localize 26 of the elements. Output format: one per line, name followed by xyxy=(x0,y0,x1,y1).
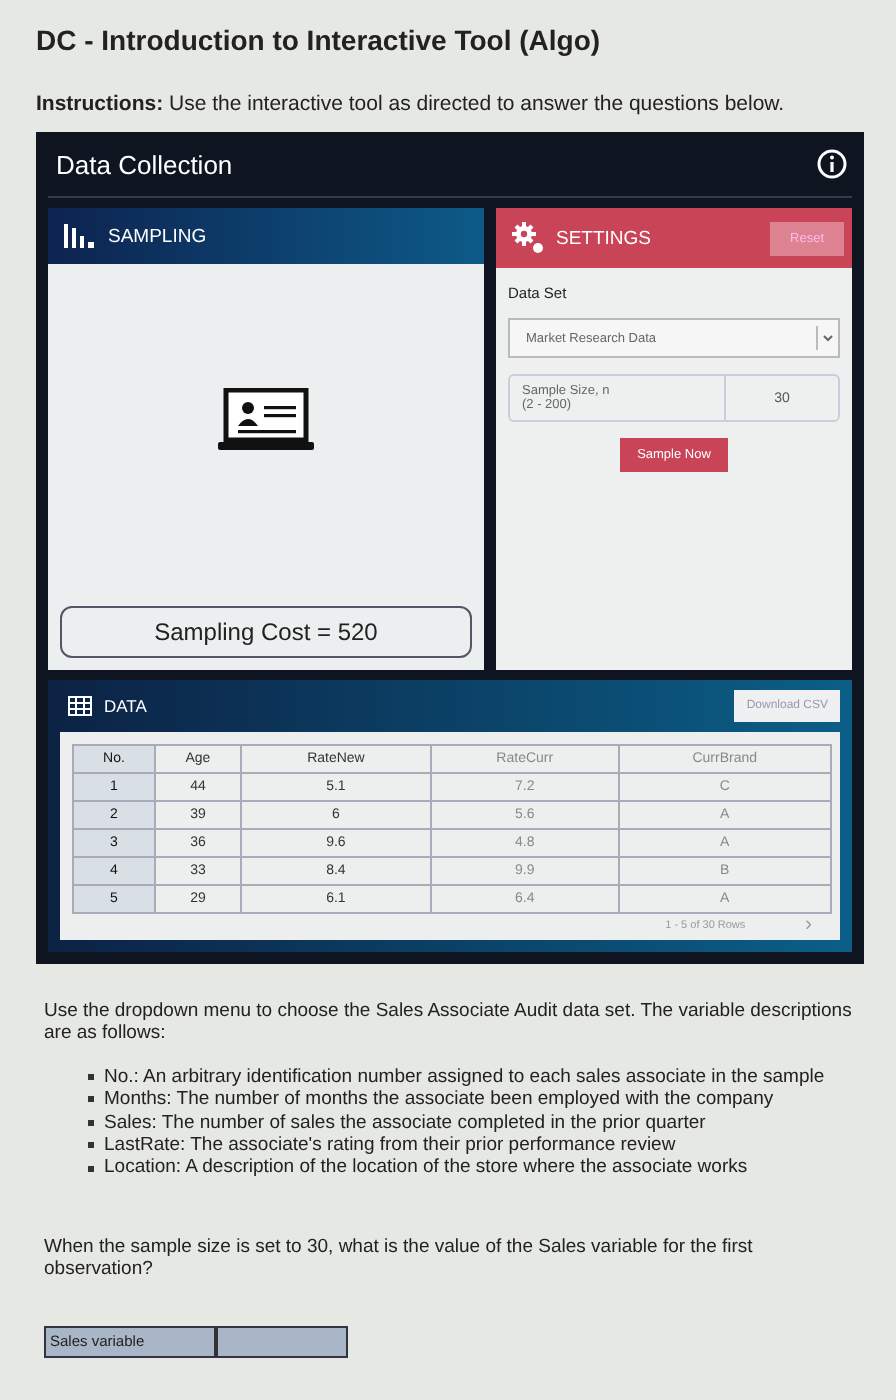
variable-description: Sales: The number of sales the associate completed in the prior quarter xyxy=(104,1111,706,1134)
variable-description: No.: An arbitrary identification number assigned to each sales associate in the sample xyxy=(104,1065,825,1089)
page-title: DC - Introduction to Interactive Tool (Algo) xyxy=(36,24,603,56)
intro-text: Use the dropdown menu to choose the Sales Associate Audit data set. The variable descriptions are as follows: xyxy=(44,1000,854,1046)
sampling-cost: Sampling Cost = 520 xyxy=(60,606,472,658)
bullet-icon xyxy=(88,1096,94,1103)
gear-icon xyxy=(512,222,544,254)
variable-description: Location: A description of the location of the store where the associate works xyxy=(104,1156,748,1180)
bullet-icon xyxy=(88,1073,94,1080)
bullet-icon xyxy=(88,1119,94,1126)
table-icon xyxy=(68,696,92,716)
variable-description: Months: The number of months the associate been employed with the company xyxy=(104,1088,774,1112)
tool-title: Data Collection xyxy=(56,149,233,179)
sampling-header: SAMPLING xyxy=(108,225,207,247)
bullet-icon xyxy=(88,1165,94,1172)
instructions-text: Instructions: Use the interactive tool as directed to answer the questions below. xyxy=(36,92,787,116)
next-page-link[interactable]: › xyxy=(805,920,812,932)
question-text: When the sample size is set to 30, what is the value of the Sales variable for the first observation? xyxy=(44,1235,755,1282)
data-header: DATA xyxy=(104,696,147,716)
bar-chart-icon xyxy=(64,224,96,248)
bullet-icon xyxy=(88,1142,94,1149)
settings-header: SETTINGS xyxy=(556,227,652,249)
info-icon[interactable] xyxy=(816,148,848,180)
chevron-icon xyxy=(816,326,838,350)
variable-description: LastRate: The associate's rating from their prior performance review xyxy=(104,1133,676,1157)
laptop-profile-icon xyxy=(218,388,314,452)
